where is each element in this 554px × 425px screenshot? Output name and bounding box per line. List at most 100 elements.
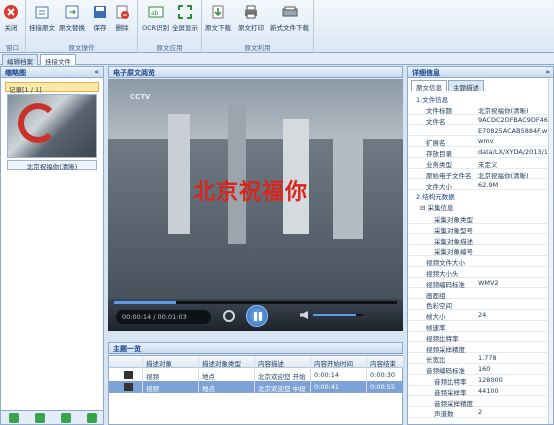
video-player[interactable]: CCTV 北京祝福你 00:00:14 / 00:01:03 bbox=[108, 79, 403, 331]
print-doc-button[interactable]: 原文打印 bbox=[238, 4, 264, 32]
volume-icon[interactable] bbox=[300, 311, 308, 319]
save-button[interactable]: 保存 bbox=[92, 4, 108, 32]
property-row[interactable]: 采集对象编号 bbox=[408, 245, 548, 256]
property-row[interactable]: E70825ACAB5884F.w bbox=[408, 126, 548, 137]
property-row[interactable]: 长宽比 1.778 bbox=[408, 353, 548, 364]
attach-icon bbox=[35, 6, 49, 19]
attach-doc-button[interactable]: 挂接原文 bbox=[29, 4, 55, 32]
tab-doc-info[interactable]: 原文信息 bbox=[411, 80, 447, 92]
col-header[interactable]: 内容描述 bbox=[255, 356, 311, 368]
group-label: 窗口 bbox=[6, 44, 19, 52]
section-file-info[interactable]: 1.文件信息 bbox=[416, 94, 448, 104]
group-doc-apply: ab OCR识别 全屏显示 原文应用 bbox=[138, 0, 202, 53]
download-doc-button[interactable]: 原文下载 bbox=[205, 4, 231, 32]
property-row[interactable]: 音频采样精度 bbox=[408, 397, 548, 408]
property-row[interactable]: 画面组 bbox=[408, 289, 548, 300]
scissors-shape bbox=[18, 103, 58, 143]
property-row[interactable]: 文件标题 北京祝福你(清晰) bbox=[408, 104, 548, 115]
col-header[interactable]: 描述对象 bbox=[143, 356, 199, 368]
details-scrollbar[interactable] bbox=[548, 79, 553, 424]
property-row[interactable]: 音频编码标准 160 bbox=[408, 364, 548, 375]
property-key: 视频比特率 bbox=[426, 334, 459, 343]
group-label: 原文利用 bbox=[244, 44, 271, 52]
table-row-selected[interactable]: 视频 地点 北京欢迎您 中段 0:00:41 0:00:55 bbox=[109, 381, 404, 393]
property-key: 音频比特率 bbox=[434, 378, 467, 386]
property-key: 原始电子文件名 bbox=[426, 171, 472, 180]
col-header[interactable]: 内容开始时间 bbox=[311, 356, 367, 368]
property-row[interactable]: 视频文件大小 bbox=[408, 256, 548, 267]
property-value: 62.9M bbox=[478, 180, 499, 189]
collapse-right-icon[interactable]: » bbox=[545, 68, 550, 76]
property-row[interactable]: 视频采样精度 bbox=[408, 343, 548, 354]
first-page-icon[interactable] bbox=[9, 413, 19, 423]
volume-slider[interactable] bbox=[313, 314, 363, 316]
property-row[interactable]: 视频大小头 bbox=[408, 267, 548, 278]
property-value: 44100 bbox=[478, 386, 499, 395]
replace-doc-button[interactable]: 原文替换 bbox=[59, 4, 85, 32]
video-building bbox=[168, 114, 190, 234]
player-control-bar: 00:00:14 / 00:01:03 bbox=[108, 299, 403, 331]
power-icon[interactable] bbox=[223, 310, 235, 322]
property-value: data/LX/XYDA/2013/1/ bbox=[478, 148, 548, 157]
svg-text:ab: ab bbox=[151, 10, 159, 17]
property-row[interactable]: 声道数 2 bbox=[408, 407, 548, 418]
file-info-grid: 文件标题 北京祝福你(清晰) 文件名 9ACDC2DFBAC9DF467 E70825A… bbox=[408, 104, 548, 192]
collapse-left-icon[interactable]: « bbox=[94, 68, 99, 76]
thumbnail-panel: 缩略图 « 记录[1 / 1] 北京祝福你(清晰) bbox=[0, 66, 104, 425]
property-row[interactable]: 音频采样率 44100 bbox=[408, 386, 548, 397]
thumbnail-caption: 北京祝福你(清晰) bbox=[7, 160, 97, 171]
property-key: 业务类型 bbox=[426, 161, 452, 169]
pause-button[interactable] bbox=[246, 305, 268, 327]
delete-icon bbox=[116, 5, 129, 19]
scanner-icon bbox=[282, 6, 297, 17]
col-header[interactable]: 描述对象类型 bbox=[199, 356, 255, 368]
property-row[interactable]: 扩展名 wmv bbox=[408, 136, 548, 147]
meta-group-collect[interactable]: ⊟ 采集信息 bbox=[420, 202, 454, 212]
fullscreen-button[interactable]: 全屏显示 bbox=[172, 4, 198, 32]
property-row[interactable]: 原始电子文件名 北京祝福你(清晰) bbox=[408, 169, 548, 180]
property-row[interactable]: 帧大小 24 bbox=[408, 310, 548, 321]
property-value: 北京祝福你(清晰) bbox=[478, 171, 529, 180]
delete-button[interactable]: 删除 bbox=[114, 4, 130, 32]
tab-edit-archive[interactable]: 编辑档案 bbox=[2, 54, 38, 66]
prev-page-icon[interactable] bbox=[35, 413, 45, 423]
channel-logo: CCTV bbox=[130, 93, 151, 101]
group-window: 关闭 窗口 bbox=[0, 0, 26, 53]
property-value: 160 bbox=[478, 365, 491, 374]
seek-bar[interactable] bbox=[114, 301, 397, 304]
property-row[interactable]: 存放目录 data/LX/XYDA/2013/1/ bbox=[408, 147, 548, 158]
property-row[interactable]: 色彩空间 bbox=[408, 299, 548, 310]
property-key: 视频采样精度 bbox=[426, 345, 465, 354]
property-row[interactable]: 音频比特率 128000 bbox=[408, 375, 548, 386]
property-row[interactable]: 视频编码标准 WMV2 bbox=[408, 278, 548, 289]
property-value: wmv bbox=[478, 137, 494, 146]
property-row[interactable]: 业务类型 未定义 bbox=[408, 158, 548, 169]
save-icon bbox=[94, 6, 106, 18]
property-key: 画面组 bbox=[426, 291, 446, 300]
last-page-icon[interactable] bbox=[87, 413, 97, 423]
property-row[interactable]: 视频比特率 bbox=[408, 332, 548, 343]
property-row[interactable]: 文件大小 62.9M bbox=[408, 180, 548, 191]
property-row[interactable]: 文件名 9ACDC2DFBAC9DF467 bbox=[408, 115, 548, 126]
property-key: 文件大小 bbox=[426, 182, 452, 191]
property-row[interactable]: 采集对象类型 bbox=[408, 213, 548, 224]
table-header: 描述对象 描述对象类型 内容描述 内容开始时间 内容结束 bbox=[109, 356, 404, 368]
property-value: 2 bbox=[478, 408, 483, 417]
group-label: 原文操作 bbox=[68, 44, 95, 52]
property-row[interactable]: 采集对象型号 bbox=[408, 224, 548, 235]
property-row[interactable]: 采集对象描述 bbox=[408, 235, 548, 246]
tab-subject-desc[interactable]: 主题描述 bbox=[448, 80, 484, 92]
next-page-icon[interactable] bbox=[61, 413, 71, 423]
video-thumbnail[interactable] bbox=[7, 94, 97, 158]
table-row[interactable]: 视频 地点 北京欢迎您 开始 0:00:14 0:00:30 bbox=[109, 369, 404, 381]
property-row[interactable]: 帧速率 bbox=[408, 321, 548, 332]
col-header[interactable]: 内容结束 bbox=[367, 356, 404, 368]
olympic-logo-text: 北京祝福你 bbox=[193, 179, 309, 205]
section-structure-meta[interactable]: 2.结构元数据 bbox=[416, 191, 455, 201]
property-value: WMV2 bbox=[478, 278, 499, 287]
ocr-button[interactable]: ab OCR识别 bbox=[142, 4, 169, 32]
new-file-download-button[interactable]: 新式文件下载 bbox=[270, 4, 309, 32]
property-key: 音频采样率 bbox=[434, 388, 467, 397]
tab-attach-file[interactable]: 挂接文件 bbox=[40, 54, 76, 66]
close-button[interactable]: 关闭 bbox=[3, 4, 19, 32]
